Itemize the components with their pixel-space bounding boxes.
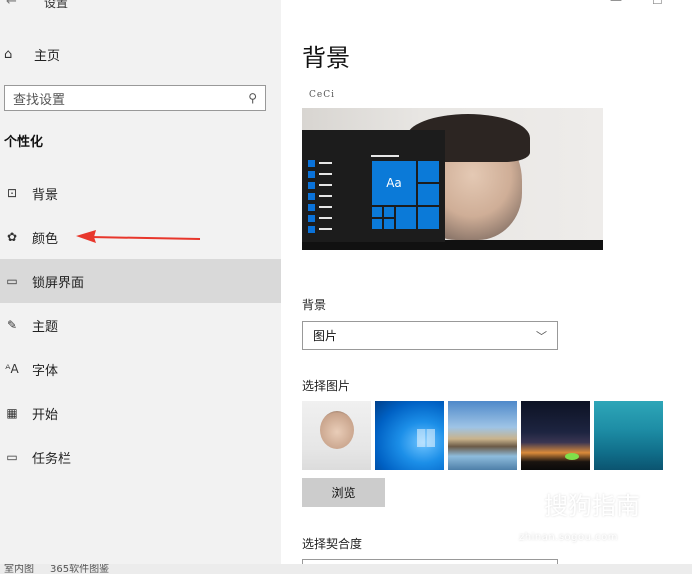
chevron-down-icon: ﹀ [536,329,547,343]
picture-thumbnail[interactable] [375,401,444,470]
brush-icon: ✎ [6,318,18,332]
settings-search[interactable]: 查找设置 ⚲ [4,85,266,111]
preview-tile [383,206,395,218]
watermark: S 搜狗指南 [510,486,640,521]
fit-label: 选择契合度 [302,537,363,551]
background-label: 背景 [302,298,327,312]
red-arrow-annotation [76,230,201,243]
sidebar-item-lock-screen[interactable]: ▭ 锁屏界面 [0,259,281,303]
picture-thumbnail[interactable] [302,401,371,470]
watermark-text: 搜狗指南 [544,492,640,520]
sidebar-item-label: 字体 [32,363,59,379]
preview-tile [417,160,440,183]
search-input[interactable]: 查找设置 [13,89,248,108]
picture-icon: ⊡ [6,186,18,200]
section-title: 个性化 [4,135,44,150]
preview-app-list [308,158,334,242]
lock-screen-icon: ▭ [6,274,18,288]
maximize-button[interactable]: ☐ [652,0,663,7]
home-icon: ⌂ [4,46,13,62]
sidebar-item-start[interactable]: ▦ 开始 [0,391,281,435]
sidebar-item-label: 锁屏界面 [32,275,85,291]
preview-tile [371,206,383,218]
taskbar-icon: ▭ [6,450,18,464]
bottom-strip-left-text: 室内图 [4,564,34,574]
sidebar-item-label: 开始 [32,407,59,423]
palette-icon: ✿ [6,230,18,244]
preview-menu-line [371,155,399,157]
title-bar: ← 设置 [0,0,281,14]
preview-tile [417,183,440,206]
sidebar-item-background[interactable]: ⊡ 背景 [0,171,281,215]
choose-picture-label: 选择图片 [302,379,351,393]
minimize-button[interactable]: — [610,0,622,7]
sidebar-item-label: 颜色 [32,231,59,247]
font-icon: ᴬA [5,362,19,376]
picture-thumbnail[interactable] [521,401,590,470]
sidebar-item-label: 背景 [32,187,59,203]
home-label: 主页 [34,48,61,64]
picture-thumbnails [302,401,663,470]
browse-button[interactable]: 浏览 [302,478,385,507]
sidebar-item-label: 任务栏 [32,451,72,467]
watermark-url: zhinan.sogou.com [519,532,619,543]
preview-tile [417,206,440,230]
preview-start-menu: Aa [302,130,445,242]
window-title: 设置 [44,0,69,10]
page-title: 背景 [302,44,350,72]
preview-tile [383,218,395,230]
bottom-strip-mid-text: 365软件图鉴 [50,564,110,574]
main-panel: — ☐ 背景 CeCi Aa 背景 图片 ﹀ 选择图片 浏览 选择契合度 [281,0,692,569]
preview-tile-aa: Aa [371,160,417,206]
preview-tile [395,206,417,230]
picture-thumbnail[interactable] [594,401,663,470]
background-type-value: 图片 [313,329,338,343]
picture-thumbnail[interactable] [448,401,517,470]
search-icon[interactable]: ⚲ [248,91,257,105]
preview-tile [371,218,383,230]
sidebar-item-fonts[interactable]: ᴬA 字体 [0,347,281,391]
sidebar-item-taskbar[interactable]: ▭ 任务栏 [0,435,281,479]
background-type-select[interactable]: 图片 ﹀ [302,321,558,350]
preview-banner: CeCi [302,84,603,108]
start-menu-icon: ▦ [6,406,18,420]
personalization-nav: ⊡ 背景 ✿ 颜色 ▭ 锁屏界面 ✎ 主题 ᴬA 字体 ▦ 开始 ▭ 任务栏 [0,171,281,479]
background-preview: CeCi Aa [302,84,603,250]
preview-banner-text: CeCi [309,90,335,100]
sidebar-home[interactable]: ⌂ 主页 [0,40,281,68]
sidebar-item-label: 主题 [32,319,59,335]
watermark-logo-icon: S [510,488,540,519]
sidebar: ← 设置 ⌂ 主页 查找设置 ⚲ 个性化 ⊡ 背景 ✿ 颜色 ▭ 锁屏界面 ✎ … [0,0,281,564]
back-arrow-icon[interactable]: ← [6,0,17,9]
sidebar-item-themes[interactable]: ✎ 主题 [0,303,281,347]
bottom-strip: 室内图 365软件图鉴 [0,564,692,574]
